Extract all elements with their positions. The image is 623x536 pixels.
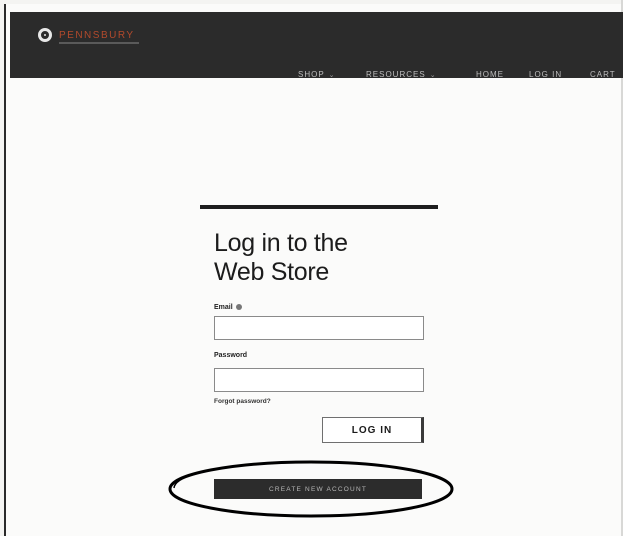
- help-icon[interactable]: [235, 304, 242, 311]
- card-top-rule: [200, 205, 438, 209]
- nav-item-resources[interactable]: RESOURCES ⌄: [366, 70, 437, 79]
- brand-tagline-bar: [59, 42, 139, 44]
- nav-item-label: RESOURCES: [366, 70, 426, 79]
- title-line-2: Web Store: [214, 258, 329, 286]
- nav-item-shop[interactable]: SHOP ⌄: [298, 70, 336, 79]
- site-header: PENNSBURY SHOP ⌄ RESOURCES ⌄ HOME LOG IN C…: [10, 12, 623, 79]
- title-line-1: Log in to the: [214, 229, 348, 257]
- login-button[interactable]: LOG IN: [322, 417, 424, 443]
- create-account-button[interactable]: CREATE NEW ACCOUNT: [214, 479, 422, 499]
- chevron-down-icon: ⌄: [429, 72, 437, 79]
- nav-item-label: SHOP: [298, 70, 325, 79]
- password-label: Password: [214, 352, 248, 359]
- password-field[interactable]: [214, 368, 424, 392]
- email-field[interactable]: [214, 316, 424, 340]
- brand-logo[interactable]: PENNSBURY: [38, 28, 135, 42]
- chevron-down-icon: ⌄: [328, 72, 336, 79]
- email-label: Email: [214, 304, 242, 311]
- page-title: Log in to the Web Store: [214, 229, 414, 287]
- main-nav: SHOP ⌄ RESOURCES ⌄ HOME LOG IN CART: [10, 70, 623, 84]
- nav-item-cart[interactable]: CART: [590, 70, 616, 79]
- forgot-password-link[interactable]: Forgot password?: [214, 398, 271, 405]
- nav-item-home[interactable]: HOME: [476, 70, 504, 79]
- pennsbury-logo-icon: [38, 28, 52, 42]
- email-label-text: Email: [214, 304, 233, 311]
- nav-item-login[interactable]: LOG IN: [529, 70, 562, 79]
- brand-name: PENNSBURY: [59, 29, 135, 41]
